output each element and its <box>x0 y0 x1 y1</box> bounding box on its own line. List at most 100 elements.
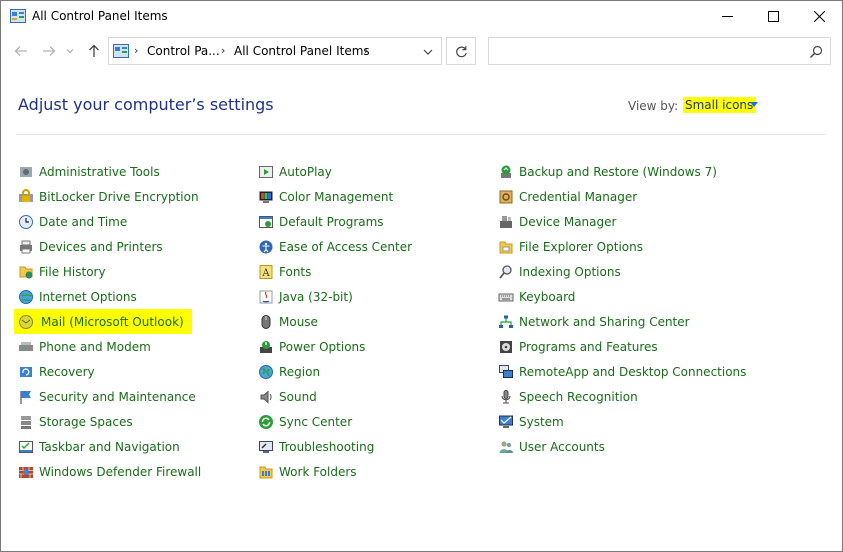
search-input[interactable] <box>493 41 797 63</box>
control-panel-item-label: Mail (Microsoft Outlook) <box>39 312 186 331</box>
forward-button[interactable] <box>41 43 57 59</box>
control-panel-item[interactable]: Color Management <box>258 184 412 209</box>
control-panel-item-label: Credential Manager <box>519 189 638 204</box>
printer-icon <box>20 240 32 253</box>
refresh-button[interactable] <box>446 37 476 65</box>
control-panel-item-label: System <box>519 414 564 429</box>
refresh-icon <box>455 45 467 57</box>
color-management-icon <box>259 191 273 203</box>
chevron-down-icon[interactable] <box>420 45 436 59</box>
control-panel-item[interactable]: Device Manager <box>498 209 746 234</box>
users-icon <box>499 440 513 453</box>
control-panel-item[interactable]: Administrative Tools <box>18 159 201 184</box>
search-box[interactable] <box>488 37 831 65</box>
control-panel-item[interactable]: Storage Spaces <box>18 409 201 434</box>
remoteapp-icon <box>499 364 513 378</box>
control-panel-item-label: Backup and Restore (Windows 7) <box>519 164 717 179</box>
up-button[interactable] <box>86 43 102 59</box>
address-bar[interactable]: › Control Pa... › All Control Panel Item… <box>108 37 442 65</box>
control-panel-item-label: Region <box>279 364 321 379</box>
microphone-icon <box>501 389 511 403</box>
control-panel-item[interactable]: User Accounts <box>498 434 746 459</box>
control-panel-item[interactable]: File History <box>18 259 201 284</box>
control-panel-item[interactable]: Java (32-bit) <box>258 284 412 309</box>
region-icon <box>259 364 273 379</box>
control-panel-item[interactable]: Recovery <box>18 359 201 384</box>
mail-icon <box>19 314 33 329</box>
control-panel-item[interactable]: Mouse <box>258 309 412 334</box>
control-panel-item[interactable]: RemoteApp and Desktop Connections <box>498 359 746 384</box>
recent-locations-button[interactable] <box>65 43 75 59</box>
control-panel-item[interactable]: Phone and Modem <box>18 334 201 359</box>
recovery-icon <box>20 366 32 377</box>
taskbar-icon <box>19 440 33 453</box>
breadcrumb-separator[interactable]: › <box>364 44 368 57</box>
control-panel-icon <box>10 9 26 23</box>
credential-icon <box>499 190 513 203</box>
control-panel-item-label: Work Folders <box>279 464 357 479</box>
caret-down-icon[interactable] <box>750 102 758 107</box>
chevron-down-icon <box>66 49 74 54</box>
fonts-icon: A <box>259 264 273 279</box>
control-panel-item[interactable]: Region <box>258 359 412 384</box>
minimize-button[interactable] <box>704 1 750 32</box>
control-panel-item[interactable]: Troubleshooting <box>258 434 412 459</box>
control-panel-item[interactable]: Taskbar and Navigation <box>18 434 201 459</box>
close-button[interactable] <box>796 1 842 32</box>
control-panel-item-label: Recovery <box>39 364 95 379</box>
bitlocker-icon <box>19 188 33 202</box>
control-panel-item[interactable]: Programs and Features <box>498 334 746 359</box>
control-panel-item[interactable]: Keyboard <box>498 284 746 309</box>
back-button[interactable] <box>13 43 29 59</box>
control-panel-item[interactable]: Power Options <box>258 334 412 359</box>
control-panel-item[interactable]: Indexing Options <box>498 259 746 284</box>
svg-text:A: A <box>261 268 270 279</box>
modem-icon <box>19 341 33 351</box>
control-panel-item-label: Mouse <box>279 314 318 329</box>
control-panel-item-label: Storage Spaces <box>39 414 133 429</box>
control-panel-item[interactable]: Credential Manager <box>498 184 746 209</box>
system-icon <box>499 415 513 428</box>
arrow-right-icon <box>43 46 56 56</box>
control-panel-item[interactable]: Network and Sharing Center <box>498 309 746 334</box>
control-panel-item-label: Troubleshooting <box>279 439 375 454</box>
control-panel-item[interactable]: File Explorer Options <box>498 234 746 259</box>
control-panel-item-label: Programs and Features <box>519 339 658 354</box>
admin-tools-icon <box>20 166 32 177</box>
control-panel-item[interactable]: Ease of Access Center <box>258 234 412 259</box>
control-panel-item[interactable]: Security and Maintenance <box>18 384 201 409</box>
maximize-button[interactable] <box>750 1 796 32</box>
control-panel-item[interactable]: Default Programs <box>258 209 412 234</box>
file-history-icon <box>19 266 33 278</box>
control-panel-item[interactable]: Backup and Restore (Windows 7) <box>498 159 746 184</box>
breadcrumb-all-items[interactable]: All Control Panel Items <box>234 44 370 58</box>
navigation-bar: › Control Pa... › All Control Panel Item… <box>1 35 842 69</box>
arrow-up-icon <box>89 44 99 57</box>
breadcrumb-separator[interactable]: › <box>134 44 138 57</box>
control-panel-item[interactable]: Devices and Printers <box>18 234 201 259</box>
work-folders-icon <box>259 466 273 478</box>
flag-icon <box>20 390 31 404</box>
control-panel-item[interactable]: Speech Recognition <box>498 384 746 409</box>
control-panel-item-label: Default Programs <box>279 214 384 229</box>
breadcrumb-control-panel[interactable]: Control Pa... <box>147 44 220 58</box>
control-panel-item[interactable]: Date and Time <box>18 209 201 234</box>
view-by-dropdown[interactable]: Small icons <box>683 97 756 113</box>
control-panel-item[interactable]: Work Folders <box>258 459 412 484</box>
control-panel-item[interactable]: AutoPlay <box>258 159 412 184</box>
storage-icon <box>21 415 31 429</box>
control-panel-item[interactable]: Windows Defender Firewall <box>18 459 201 484</box>
control-panel-item[interactable]: Sound <box>258 384 412 409</box>
breadcrumb-separator[interactable]: › <box>221 44 225 57</box>
items-column-2: AutoPlay Color Management Default Programs… <box>258 159 412 484</box>
control-panel-item-label: AutoPlay <box>279 164 332 179</box>
control-panel-item[interactable]: System <box>498 409 746 434</box>
control-panel-item[interactable]: Mail (Microsoft Outlook) <box>14 309 192 334</box>
window-title: All Control Panel Items <box>32 9 168 23</box>
control-panel-item-label: Internet Options <box>39 289 137 304</box>
control-panel-item[interactable]: Internet Options <box>18 284 201 309</box>
control-panel-item[interactable]: A Fonts <box>258 259 412 284</box>
control-panel-item[interactable]: Sync Center <box>258 409 412 434</box>
close-icon <box>813 11 825 22</box>
control-panel-item[interactable]: BitLocker Drive Encryption <box>18 184 201 209</box>
